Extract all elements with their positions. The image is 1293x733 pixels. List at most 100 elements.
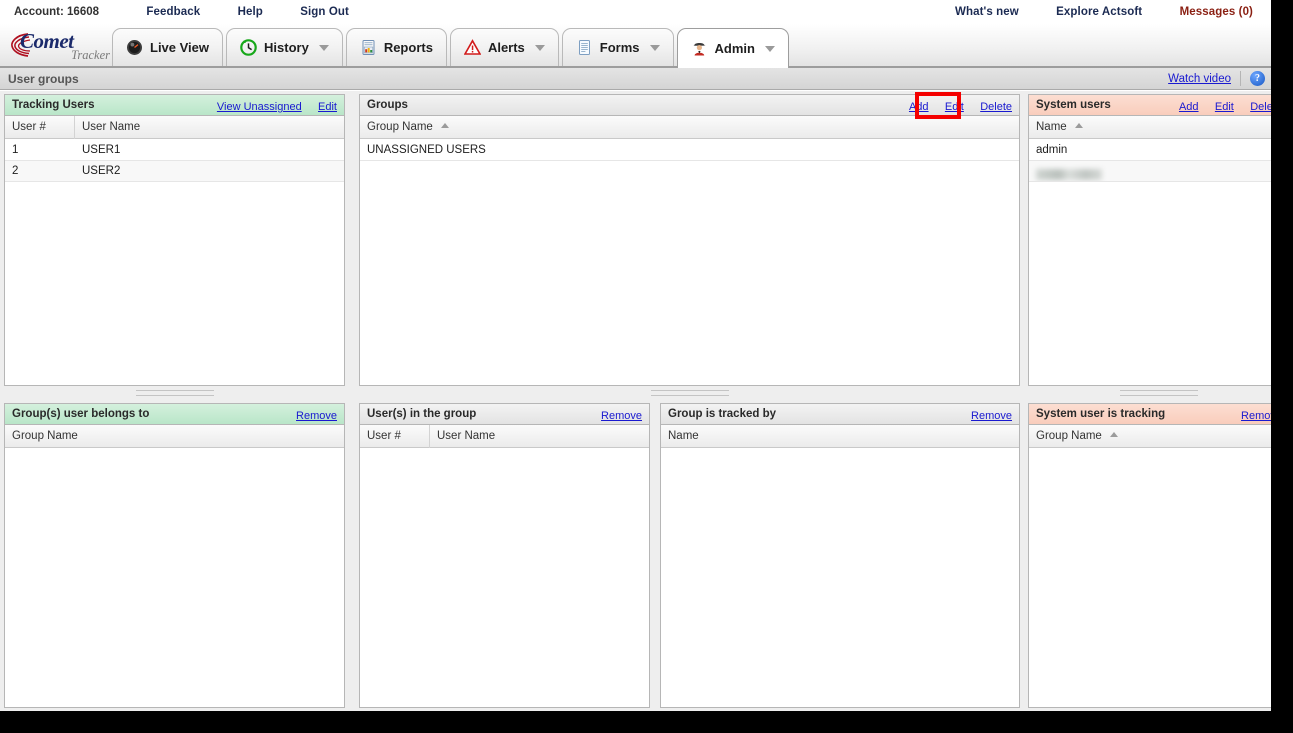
sign-out-link[interactable]: Sign Out — [300, 6, 349, 18]
column-header-user-name[interactable]: User Name — [430, 425, 649, 448]
view-unassigned-link[interactable]: View Unassigned — [217, 101, 302, 113]
remove-link[interactable]: Remove — [1241, 410, 1271, 422]
column-header-group-name-label: Group Name — [367, 121, 433, 133]
column-header-user-number[interactable]: User # — [5, 116, 75, 139]
vertical-splitter[interactable] — [345, 94, 359, 386]
tab-live-view[interactable]: Live View — [112, 28, 224, 66]
panels-workarea: Tracking Users View Unassigned Edit User… — [0, 91, 1271, 711]
add-link[interactable]: Add — [1179, 101, 1199, 113]
table-body[interactable] — [360, 449, 649, 707]
column-header-group-name[interactable]: Group Name — [5, 425, 344, 448]
panel-actions: Remove — [1228, 408, 1271, 422]
panel-title: Group is tracked by — [668, 408, 777, 420]
panel-group-tracked-by: Group is tracked by Remove Name — [660, 403, 1020, 708]
panel-header-users-in-group: User(s) in the group Remove — [360, 404, 649, 425]
cell-group-name: UNASSIGNED USERS — [367, 144, 486, 156]
cell-user-number: 1 — [12, 144, 19, 156]
tab-alerts[interactable]: Alerts — [449, 28, 559, 66]
horizontal-splitter[interactable] — [1028, 386, 1271, 401]
panel-title: Tracking Users — [12, 99, 95, 111]
panel-actions: View Unassigned Edit — [204, 99, 337, 113]
tab-reports-label: Reports — [383, 40, 433, 55]
panel-tracking-users: Tracking Users View Unassigned Edit User… — [4, 94, 345, 386]
table-row[interactable]: UNASSIGNED USERS — [360, 140, 1019, 161]
panel-actions: Remove — [958, 408, 1012, 422]
panel-actions: Remove — [283, 408, 337, 422]
column-header-group-name[interactable]: Group Name — [1029, 425, 1271, 448]
help-link[interactable]: Help — [238, 6, 263, 18]
navigation-bar: Comet Tracker Live View History Reports … — [0, 24, 1271, 68]
utility-bar-left: Account: 16608 Feedback Help Sign Out — [14, 4, 349, 18]
column-header-group-name[interactable]: Group Name — [360, 116, 1019, 139]
table-body[interactable] — [1029, 449, 1271, 707]
remove-link[interactable]: Remove — [601, 410, 642, 422]
chevron-down-icon[interactable] — [764, 45, 775, 52]
tab-admin-label: Admin — [714, 41, 755, 56]
panel-actions: Remove — [588, 408, 642, 422]
comet-tracker-logo[interactable]: Comet Tracker — [8, 26, 110, 66]
column-header-user-name[interactable]: User Name — [75, 116, 344, 139]
watch-video-link[interactable]: Watch video — [1168, 73, 1231, 85]
chevron-down-icon[interactable] — [318, 44, 329, 51]
chevron-down-icon[interactable] — [534, 44, 545, 51]
horizontal-splitter[interactable] — [4, 386, 345, 401]
vertical-splitter[interactable] — [1020, 94, 1028, 386]
vertical-splitter[interactable] — [650, 403, 660, 708]
vertical-splitter[interactable] — [1020, 403, 1028, 708]
panel-header-group-tracked-by: Group is tracked by Remove — [661, 404, 1019, 425]
edit-link[interactable]: Edit — [945, 101, 964, 113]
table-row[interactable] — [1029, 161, 1271, 182]
column-header-name[interactable]: Name — [1029, 116, 1271, 139]
delete-link[interactable]: Delete — [980, 101, 1012, 113]
horizontal-splitter[interactable] — [359, 386, 1020, 401]
page-subheader: User groups Watch video ? — [0, 68, 1271, 90]
utility-bar: Account: 16608 Feedback Help Sign Out Wh… — [0, 0, 1271, 24]
edit-link[interactable]: Edit — [318, 101, 337, 113]
column-header-name[interactable]: Name — [661, 425, 1019, 448]
column-header-user-number[interactable]: User # — [360, 425, 430, 448]
messages-link[interactable]: Messages (0) — [1180, 6, 1253, 18]
tab-history-label: History — [264, 40, 309, 55]
table-row[interactable]: 1 USER1 — [5, 140, 344, 161]
panel-groups: Groups Add Edit Delete Group Name UNASSI… — [359, 94, 1020, 386]
panel-header-groups: Groups Add Edit Delete — [360, 95, 1019, 116]
help-icon[interactable]: ? — [1250, 71, 1265, 86]
tab-forms[interactable]: Forms — [561, 28, 674, 66]
panel-header-tracking-users: Tracking Users View Unassigned Edit — [5, 95, 344, 116]
clock-icon — [240, 39, 257, 56]
edit-link[interactable]: Edit — [1215, 101, 1234, 113]
vertical-splitter[interactable] — [345, 403, 359, 708]
brand-subname: Tracker — [71, 48, 110, 62]
table-body[interactable] — [5, 449, 344, 707]
panel-title: Group(s) user belongs to — [12, 408, 150, 420]
tab-reports[interactable]: Reports — [345, 28, 447, 66]
browser-window-frame: Account: 16608 Feedback Help Sign Out Wh… — [0, 0, 1293, 733]
sort-ascending-icon — [1110, 432, 1119, 437]
tab-admin[interactable]: Admin — [676, 28, 789, 68]
cell-user-number: 2 — [12, 165, 19, 177]
column-headers: User # User Name — [5, 116, 344, 139]
delete-link[interactable]: Delete — [1250, 101, 1271, 113]
table-body[interactable]: admin — [1029, 140, 1271, 385]
column-headers: Name — [661, 425, 1019, 448]
remove-link[interactable]: Remove — [296, 410, 337, 422]
panel-groups-user-belongs-to: Group(s) user belongs to Remove Group Na… — [4, 403, 345, 708]
remove-link[interactable]: Remove — [971, 410, 1012, 422]
feedback-link[interactable]: Feedback — [146, 6, 200, 18]
chevron-down-icon[interactable] — [649, 44, 660, 51]
add-link[interactable]: Add — [909, 101, 929, 113]
table-row[interactable]: 2 USER2 — [5, 161, 344, 182]
table-row[interactable]: admin — [1029, 140, 1271, 161]
redacted-value — [1036, 169, 1102, 180]
table-body[interactable] — [661, 449, 1019, 707]
table-body[interactable]: 1 USER1 2 USER2 — [5, 140, 344, 385]
panel-actions: Add Edit Delete — [896, 99, 1012, 113]
whats-new-link[interactable]: What's new — [955, 6, 1019, 18]
table-body[interactable]: UNASSIGNED USERS — [360, 140, 1019, 385]
tab-history[interactable]: History — [226, 28, 343, 66]
panel-title: System user is tracking — [1036, 408, 1166, 420]
column-headers: Group Name — [360, 116, 1019, 139]
explore-actsoft-link[interactable]: Explore Actsoft — [1056, 6, 1142, 18]
sort-ascending-icon — [441, 123, 450, 128]
primary-tabs: Live View History Reports Alerts Forms A… — [112, 28, 792, 68]
